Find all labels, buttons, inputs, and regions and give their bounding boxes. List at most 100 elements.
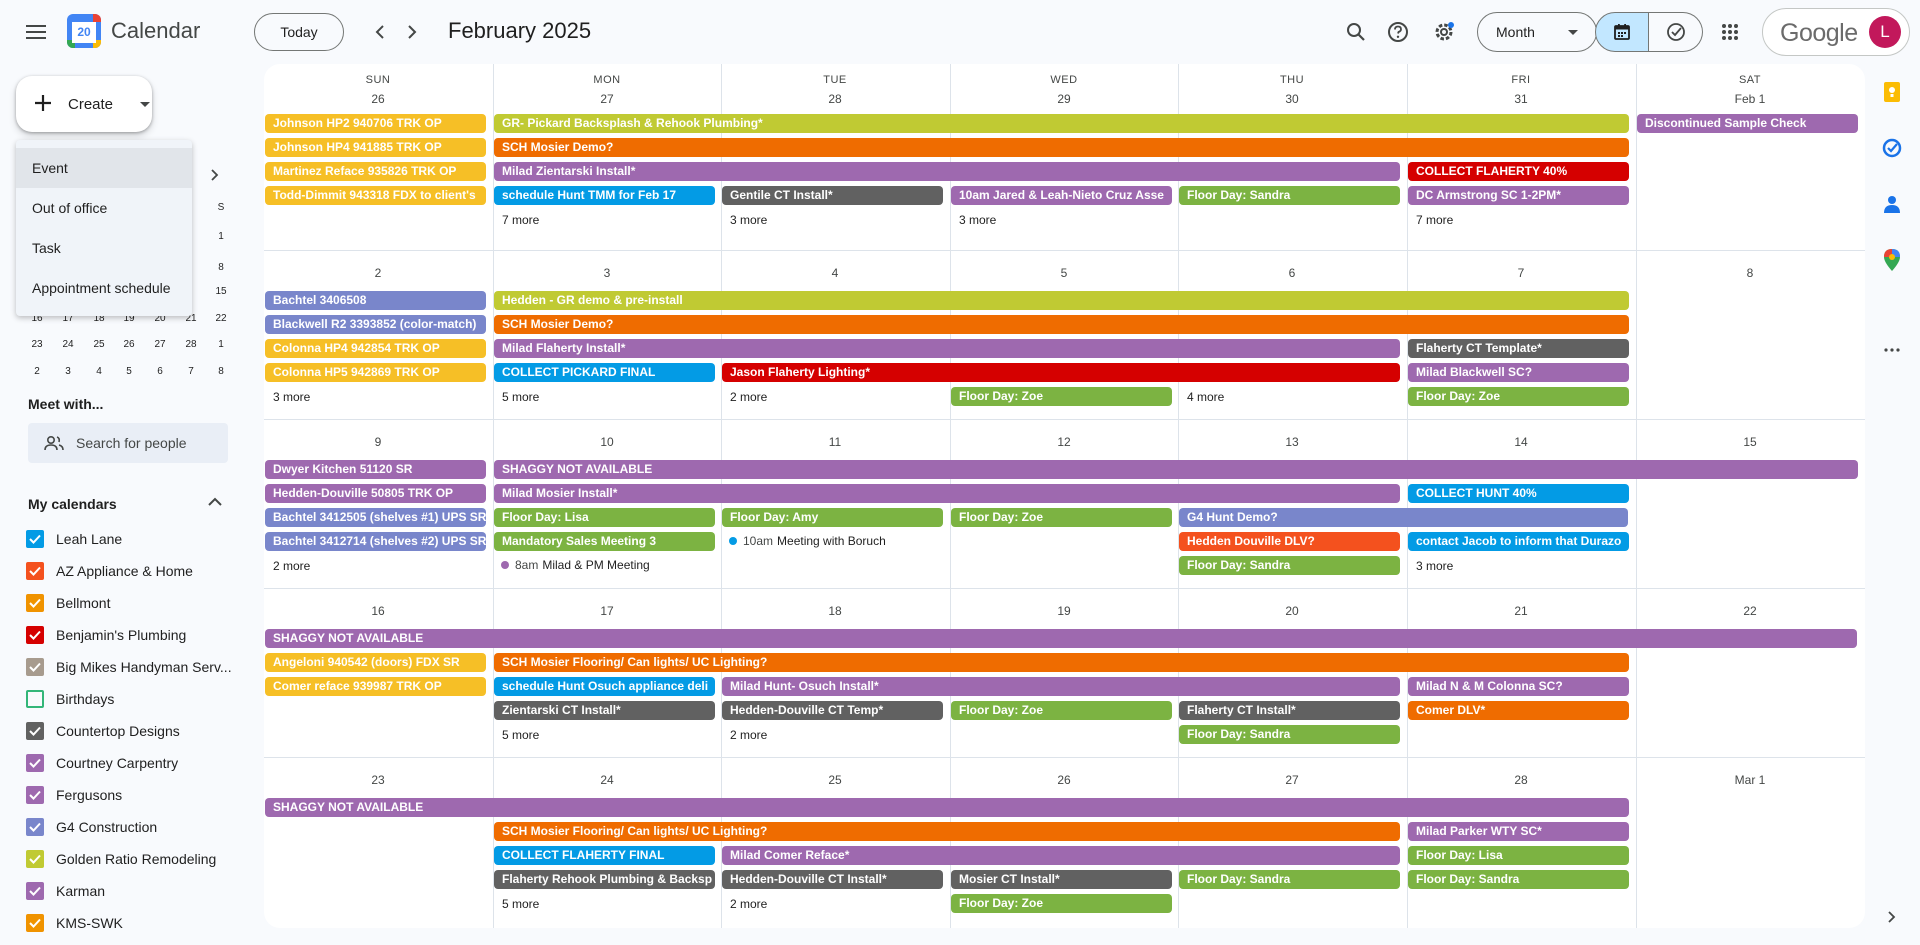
calendar-checkbox[interactable] xyxy=(26,530,44,548)
calendar-item[interactable]: Birthdays xyxy=(26,683,232,715)
minical-day[interactable]: 26 xyxy=(114,339,144,350)
calendar-item[interactable]: Golden Ratio Remodeling xyxy=(26,843,232,875)
minical-day[interactable]: 2 xyxy=(22,366,52,377)
event-chip[interactable]: DC Armstrong SC 1-2PM* xyxy=(1408,186,1629,205)
minical-day[interactable]: 8 xyxy=(206,366,236,377)
day-number[interactable]: 6 xyxy=(1178,266,1406,280)
more-events-link[interactable]: 3 more xyxy=(730,213,767,227)
day-number[interactable]: 29 xyxy=(950,92,1178,106)
event-chip[interactable]: Milad N & M Colonna SC? xyxy=(1408,677,1629,696)
next-month-button[interactable] xyxy=(392,12,432,52)
event-chip[interactable]: Floor Day: Sandra xyxy=(1179,556,1400,575)
expand-side-panel-button[interactable] xyxy=(1878,903,1906,931)
event-chip[interactable]: SHAGGY NOT AVAILABLE xyxy=(265,798,1629,817)
day-number[interactable]: 20 xyxy=(1178,604,1406,618)
calendar-item[interactable]: AZ Appliance & Home xyxy=(26,555,232,587)
support-button[interactable] xyxy=(1378,12,1418,52)
tasks-view-toggle[interactable] xyxy=(1649,12,1703,52)
event-chip[interactable]: Martinez Reface 935826 TRK OP xyxy=(265,162,486,181)
timed-event[interactable]: 8am Milad & PM Meeting xyxy=(493,556,650,575)
more-events-link[interactable]: 5 more xyxy=(502,728,539,742)
more-events-link[interactable]: 2 more xyxy=(730,897,767,911)
account-chip[interactable]: Google L xyxy=(1762,8,1910,56)
day-number[interactable]: 5 xyxy=(950,266,1178,280)
day-number[interactable]: Mar 1 xyxy=(1636,773,1864,787)
search-people-input[interactable]: Search for people xyxy=(28,423,228,463)
event-chip[interactable]: Milad Blackwell SC? xyxy=(1408,363,1629,382)
create-menu-event[interactable]: Event xyxy=(16,148,192,188)
minical-day[interactable]: 8 xyxy=(206,262,236,273)
create-menu-task[interactable]: Task xyxy=(16,228,192,268)
calendar-item[interactable]: Courtney Carpentry xyxy=(26,747,232,779)
day-number[interactable]: 25 xyxy=(721,773,949,787)
day-number[interactable]: 13 xyxy=(1178,435,1406,449)
day-number[interactable]: 2 xyxy=(264,266,492,280)
event-chip[interactable]: Colonna HP4 942854 TRK OP xyxy=(265,339,486,358)
event-chip[interactable]: Jason Flaherty Lighting* xyxy=(722,363,1400,382)
day-number[interactable]: 26 xyxy=(950,773,1178,787)
create-menu-out-of-office[interactable]: Out of office xyxy=(16,188,192,228)
event-chip[interactable]: COLLECT HUNT 40% xyxy=(1408,484,1629,503)
calendar-item[interactable]: Bellmont xyxy=(26,587,232,619)
calendar-item[interactable]: Big Mikes Handyman Serv... xyxy=(26,651,232,683)
google-apps-button[interactable] xyxy=(1710,12,1750,52)
day-number[interactable]: 9 xyxy=(264,435,492,449)
tasks-button[interactable] xyxy=(1878,134,1906,162)
calendar-item[interactable]: KMS-SWK xyxy=(26,907,232,939)
event-chip[interactable]: Floor Day: Zoe xyxy=(1408,387,1629,406)
day-number[interactable]: 28 xyxy=(1407,773,1635,787)
calendar-item[interactable]: Fergusons xyxy=(26,779,232,811)
event-chip[interactable]: Flaherty CT Install* xyxy=(1179,701,1400,720)
more-events-link[interactable]: 3 more xyxy=(959,213,996,227)
event-chip[interactable]: Floor Day: Zoe xyxy=(951,508,1172,527)
more-events-link[interactable]: 7 more xyxy=(502,213,539,227)
more-events-link[interactable]: 2 more xyxy=(730,390,767,404)
calendar-checkbox[interactable] xyxy=(26,914,44,932)
event-chip[interactable]: Hedden - GR demo & pre-install xyxy=(494,291,1629,310)
day-number[interactable]: 3 xyxy=(493,266,721,280)
minical-day[interactable]: 15 xyxy=(206,286,236,297)
event-chip[interactable]: Angeloni 940542 (doors) FDX SR xyxy=(265,653,486,672)
event-chip[interactable]: Floor Day: Lisa xyxy=(494,508,715,527)
event-chip[interactable]: Zientarski CT Install* xyxy=(494,701,715,720)
event-chip[interactable]: Dwyer Kitchen 51120 SR xyxy=(265,460,486,479)
event-chip[interactable]: SHAGGY NOT AVAILABLE xyxy=(265,629,1857,648)
event-chip[interactable]: Flaherty Rehook Plumbing & Backsp xyxy=(494,870,715,889)
search-button[interactable] xyxy=(1336,12,1376,52)
day-number[interactable]: 22 xyxy=(1636,604,1864,618)
day-number[interactable]: 21 xyxy=(1407,604,1635,618)
event-chip[interactable]: COLLECT FLAHERTY 40% xyxy=(1408,162,1629,181)
event-chip[interactable]: Mandatory Sales Meeting 3 xyxy=(494,532,715,551)
event-chip[interactable]: Milad Flaherty Install* xyxy=(494,339,1400,358)
calendar-checkbox[interactable] xyxy=(26,562,44,580)
event-chip[interactable]: SCH Mosier Demo? xyxy=(494,315,1629,334)
more-events-link[interactable]: 5 more xyxy=(502,897,539,911)
main-menu-button[interactable] xyxy=(16,12,56,52)
event-chip[interactable]: Hedden-Douville 50805 TRK OP xyxy=(265,484,486,503)
more-events-link[interactable]: 4 more xyxy=(1187,390,1224,404)
event-chip[interactable]: Milad Zientarski Install* xyxy=(494,162,1400,181)
calendar-checkbox[interactable] xyxy=(26,754,44,772)
day-number[interactable]: 23 xyxy=(264,773,492,787)
day-number[interactable]: 10 xyxy=(493,435,721,449)
calendar-checkbox[interactable] xyxy=(26,882,44,900)
event-chip[interactable]: Discontinued Sample Check xyxy=(1637,114,1858,133)
day-number[interactable]: 17 xyxy=(493,604,721,618)
event-chip[interactable]: Floor Day: Sandra xyxy=(1408,870,1629,889)
calendar-checkbox[interactable] xyxy=(26,594,44,612)
event-chip[interactable]: Blackwell R2 3393852 (color-match) xyxy=(265,315,486,334)
calendar-checkbox[interactable] xyxy=(26,786,44,804)
minical-day[interactable]: 3 xyxy=(53,366,83,377)
event-chip[interactable]: Hedden-Douville CT Temp* xyxy=(722,701,943,720)
contacts-button[interactable] xyxy=(1878,190,1906,218)
day-number[interactable]: Feb 1 xyxy=(1636,92,1864,106)
day-number[interactable]: 27 xyxy=(1178,773,1406,787)
more-events-link[interactable]: 2 more xyxy=(730,728,767,742)
event-chip[interactable]: Milad Mosier Install* xyxy=(494,484,1400,503)
event-chip[interactable]: Floor Day: Lisa xyxy=(1408,846,1629,865)
calendar-item[interactable]: Benjamin's Plumbing xyxy=(26,619,232,651)
minical-day[interactable]: 28 xyxy=(176,339,206,350)
minical-day[interactable]: 1 xyxy=(206,339,236,350)
day-number[interactable]: 7 xyxy=(1407,266,1635,280)
event-chip[interactable]: COLLECT PICKARD FINAL xyxy=(494,363,715,382)
